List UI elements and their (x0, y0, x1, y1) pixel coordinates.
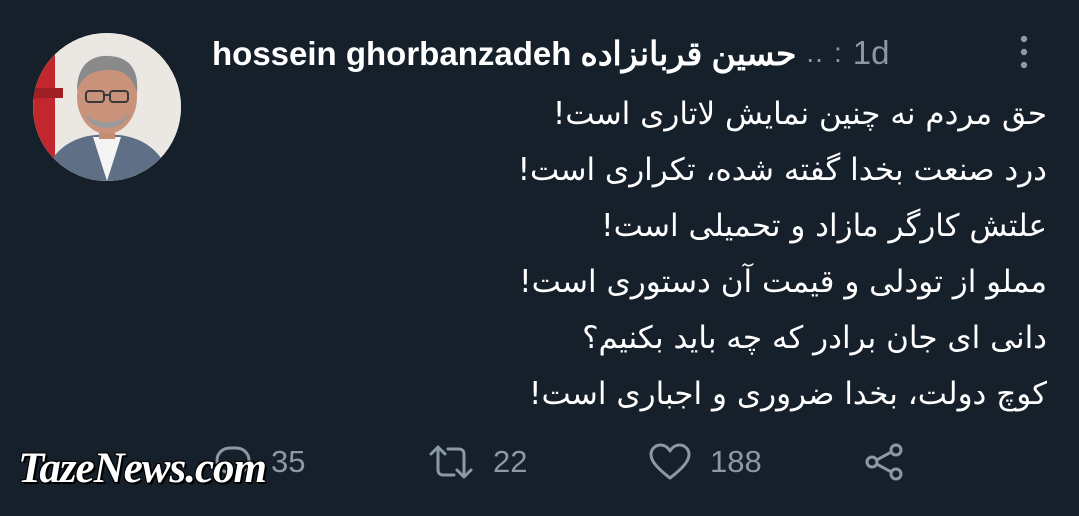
retweet-button[interactable]: 22 (427, 434, 527, 490)
more-options-button[interactable] (1013, 32, 1035, 72)
avatar[interactable] (33, 33, 181, 181)
tweet-line: مملو از تودلی و قیمت آن دستوری است! (519, 264, 1047, 300)
display-name[interactable]: hossein ghorbanzadeh حسین قربانزاده (212, 34, 796, 73)
reply-count: 35 (271, 444, 306, 479)
tweet-header: hossein ghorbanzadeh حسین قربانزاده .. :… (212, 30, 889, 76)
handle-truncated[interactable]: .. (806, 37, 824, 69)
separator: : (833, 37, 843, 68)
tweet-text: حق مردم نه چنین نمایش لاتاری است! درد صن… (212, 86, 1047, 422)
more-vertical-icon (1020, 35, 1028, 69)
retweet-count: 22 (493, 444, 528, 479)
share-button[interactable] (862, 434, 908, 490)
heart-icon (649, 443, 691, 480)
tweet-line: درد صنعت بخدا گفته شده، تکراری است! (517, 152, 1047, 188)
avatar-photo (33, 33, 181, 181)
like-button[interactable]: 188 (648, 434, 762, 490)
watermark: TazeNews.com (18, 445, 267, 492)
tweet-line: علتش کارگر مازاد و تحمیلی است! (601, 208, 1047, 244)
retweet-icon (429, 445, 473, 479)
timestamp[interactable]: 1d (853, 34, 890, 72)
tweet-line: کوچ دولت، بخدا ضروری و اجباری است! (529, 376, 1047, 412)
tweet-line: حق مردم نه چنین نمایش لاتاری است! (552, 96, 1047, 132)
share-icon (865, 443, 903, 481)
like-count: 188 (710, 444, 762, 479)
tweet-line: دانی ای جان برادر که چه باید بکنیم؟ (582, 320, 1047, 356)
